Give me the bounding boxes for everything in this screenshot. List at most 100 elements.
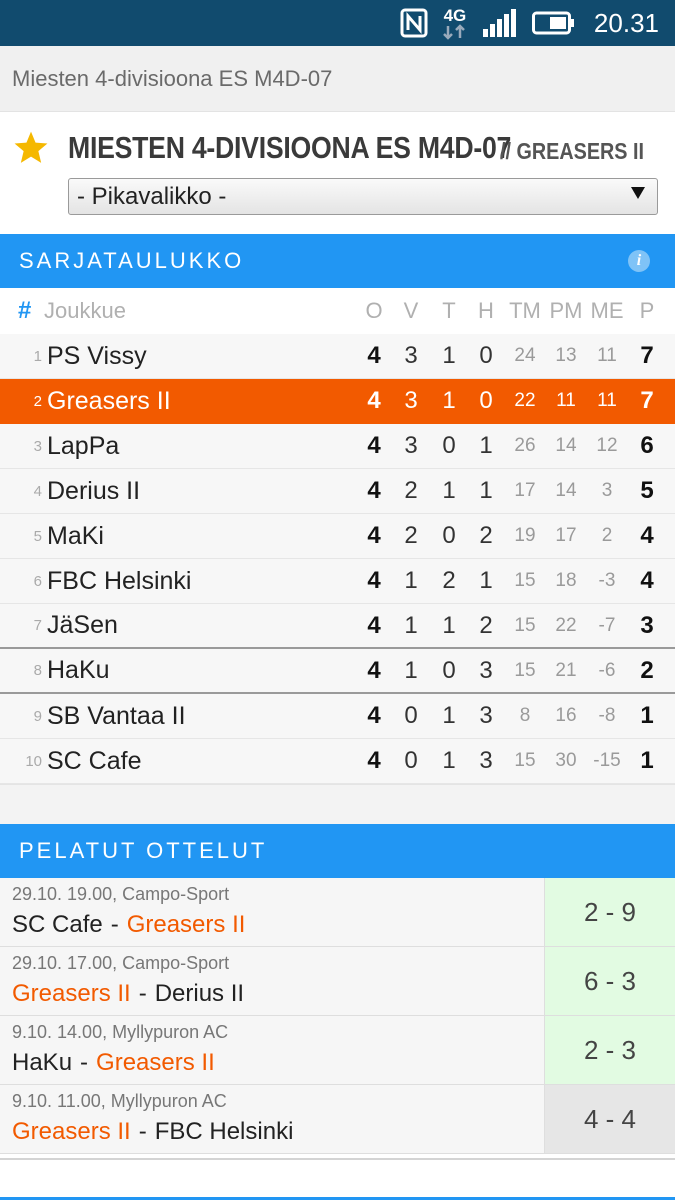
battery-icon bbox=[531, 11, 576, 35]
row-rank: 4 bbox=[33, 482, 42, 500]
matches-list: 29.10. 19.00, Campo-Sport SC Cafe - Grease… bbox=[0, 878, 675, 1154]
standings-title: SARJATAULUKKO bbox=[19, 248, 245, 273]
row-p: 4 bbox=[640, 522, 654, 549]
table-row[interactable]: 6 FBC Helsinki 4 1 2 1 15 18 -3 4 bbox=[0, 559, 675, 604]
row-tm: 17 bbox=[514, 480, 536, 501]
away-team[interactable]: Greasers II bbox=[96, 1049, 215, 1076]
row-team[interactable]: FBC Helsinki bbox=[47, 559, 191, 603]
row-team[interactable]: SB Vantaa II bbox=[47, 694, 186, 738]
match-score[interactable]: 2 - 9 bbox=[544, 878, 675, 946]
quick-select[interactable]: - Pikavalikko - bbox=[68, 178, 658, 215]
home-team[interactable]: HaKu bbox=[12, 1049, 72, 1076]
row-t: 1 bbox=[442, 387, 456, 414]
col-rank: # bbox=[18, 297, 32, 324]
page-title: MIESTEN 4-DIVISIOONA ES M4D-07 bbox=[68, 130, 512, 165]
row-p: 1 bbox=[640, 747, 654, 774]
home-team[interactable]: SC Cafe bbox=[12, 911, 103, 938]
row-team[interactable]: PS Vissy bbox=[47, 334, 147, 378]
row-tm: 15 bbox=[514, 570, 536, 591]
row-team[interactable]: MaKi bbox=[47, 514, 104, 558]
status-bar: 4G 20.31 bbox=[0, 0, 675, 46]
match-score[interactable]: 2 - 3 bbox=[544, 1016, 675, 1084]
row-me: -6 bbox=[598, 659, 616, 681]
match-teams: Greasers II - FBC Helsinki bbox=[12, 1118, 293, 1146]
breadcrumb-label: Miesten 4-divisioona ES M4D-07 bbox=[12, 65, 333, 91]
away-team[interactable]: FBC Helsinki bbox=[155, 1118, 294, 1145]
row-team[interactable]: HaKu bbox=[47, 649, 110, 692]
row-h: 2 bbox=[479, 522, 493, 549]
row-team[interactable]: LapPa bbox=[47, 424, 119, 468]
row-h: 1 bbox=[479, 477, 493, 504]
table-row-highlighted[interactable]: 2 Greasers II 4 3 1 0 22 11 11 7 bbox=[0, 379, 675, 424]
row-h: 3 bbox=[479, 702, 493, 729]
table-row[interactable]: 8 HaKu 4 1 0 3 15 21 -6 2 bbox=[0, 649, 675, 694]
table-row[interactable]: 10 SC Cafe 4 0 1 3 15 30 -15 1 bbox=[0, 739, 675, 784]
row-h: 0 bbox=[479, 387, 493, 414]
row-t: 0 bbox=[442, 522, 456, 549]
table-row[interactable]: 7 JäSen 4 1 1 2 15 22 -7 3 bbox=[0, 604, 675, 649]
breadcrumb[interactable]: Miesten 4-divisioona ES M4D-07 bbox=[0, 46, 675, 112]
home-team[interactable]: Greasers II bbox=[12, 1118, 131, 1145]
row-rank: 8 bbox=[33, 662, 42, 679]
row-v: 3 bbox=[404, 342, 418, 369]
page: 4G 20.31 Miesten 4-divisioona ES M4D-07 … bbox=[0, 0, 675, 1200]
list-item[interactable]: 9.10. 14.00, Myllypuron AC HaKu - Greasers… bbox=[0, 1016, 675, 1085]
match-score[interactable]: 4 - 4 bbox=[544, 1085, 675, 1153]
row-h: 3 bbox=[479, 747, 493, 774]
match-score[interactable]: 6 - 3 bbox=[544, 947, 675, 1015]
row-p: 5 bbox=[640, 477, 654, 504]
list-item[interactable]: 29.10. 19.00, Campo-Sport SC Cafe - Grease… bbox=[0, 878, 675, 947]
row-o: 4 bbox=[367, 477, 381, 504]
row-p: 7 bbox=[640, 342, 654, 369]
home-team[interactable]: Greasers II bbox=[12, 980, 131, 1007]
table-row[interactable]: 3 LapPa 4 3 0 1 26 14 12 6 bbox=[0, 424, 675, 469]
quick-select-value: - Pikavalikko - bbox=[77, 182, 227, 210]
row-rank: 9 bbox=[33, 707, 42, 725]
clock: 20.31 bbox=[593, 7, 659, 38]
row-h: 1 bbox=[479, 432, 493, 459]
row-h: 2 bbox=[479, 611, 493, 639]
row-me: -3 bbox=[598, 570, 616, 591]
table-row[interactable]: 4 Derius II 4 2 1 1 17 14 3 5 bbox=[0, 469, 675, 514]
row-v: 3 bbox=[404, 432, 418, 459]
match-separator: - bbox=[80, 1049, 89, 1076]
row-p: 2 bbox=[640, 656, 654, 684]
row-p: 3 bbox=[640, 611, 654, 639]
row-rank: 1 bbox=[33, 347, 42, 365]
col-p: P bbox=[639, 298, 655, 323]
row-pm: 17 bbox=[555, 525, 577, 546]
row-tm: 15 bbox=[514, 614, 536, 636]
list-item[interactable]: 29.10. 17.00, Campo-Sport Greasers II - De… bbox=[0, 947, 675, 1016]
away-team[interactable]: Greasers II bbox=[127, 911, 246, 938]
section-spacer bbox=[0, 784, 675, 824]
row-team[interactable]: SC Cafe bbox=[47, 739, 141, 783]
row-pm: 14 bbox=[555, 480, 577, 501]
row-h: 1 bbox=[479, 567, 493, 594]
table-row[interactable]: 9 SB Vantaa II 4 0 1 3 8 16 -8 1 bbox=[0, 694, 675, 739]
col-v: V bbox=[403, 298, 419, 323]
star-icon[interactable] bbox=[12, 130, 50, 170]
match-info: 29.10. 17.00, Campo-Sport bbox=[12, 953, 230, 973]
row-team[interactable]: Derius II bbox=[47, 469, 140, 513]
row-team[interactable]: Greasers II bbox=[47, 379, 171, 423]
match-teams: HaKu - Greasers II bbox=[12, 1049, 215, 1077]
table-row[interactable]: 1 PS Vissy 4 3 1 0 24 13 11 7 bbox=[0, 334, 675, 379]
row-t: 1 bbox=[442, 747, 456, 774]
away-team[interactable]: Derius II bbox=[155, 980, 244, 1007]
list-item[interactable]: 9.10. 11.00, Myllypuron AC Greasers II - F… bbox=[0, 1085, 675, 1154]
network-label: 4G bbox=[443, 5, 467, 25]
row-tm: 19 bbox=[514, 525, 536, 546]
network-4g-icon: 4G bbox=[442, 7, 468, 40]
row-pm: 16 bbox=[555, 705, 577, 726]
row-t: 1 bbox=[442, 611, 456, 639]
table-row[interactable]: 5 MaKi 4 2 0 2 19 17 2 4 bbox=[0, 514, 675, 559]
row-o: 4 bbox=[367, 567, 381, 594]
col-tm: TM bbox=[509, 298, 541, 323]
standings-header: SARJATAULUKKO i bbox=[0, 234, 675, 288]
row-team[interactable]: JäSen bbox=[47, 604, 118, 647]
row-tm: 8 bbox=[519, 705, 531, 726]
row-me: 12 bbox=[596, 435, 618, 456]
row-v: 2 bbox=[404, 477, 418, 504]
row-me: 2 bbox=[601, 525, 613, 546]
info-icon[interactable]: i bbox=[628, 250, 650, 272]
